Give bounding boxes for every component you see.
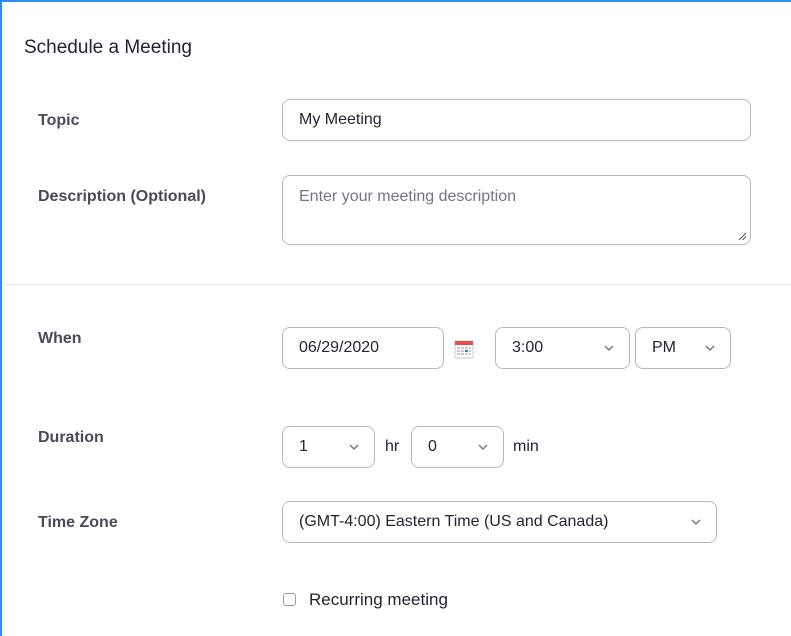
duration-hours-value: 1 — [299, 438, 308, 455]
timezone-value: (GMT-4:00) Eastern Time (US and Canada) — [299, 513, 609, 530]
date-value: 06/29/2020 — [299, 339, 380, 356]
description-placeholder: Enter your meeting description — [299, 188, 516, 205]
chevron-down-icon — [478, 444, 488, 450]
description-textarea[interactable]: Enter your meeting description — [282, 175, 751, 245]
date-input[interactable]: 06/29/2020 — [282, 327, 444, 369]
ampm-value: PM — [652, 339, 676, 356]
description-label: Description (Optional) — [38, 188, 206, 205]
recurring-label[interactable]: Recurring meeting — [309, 590, 448, 610]
resize-grip-icon[interactable] — [738, 232, 746, 240]
recurring-checkbox[interactable] — [283, 593, 296, 606]
page-title: Schedule a Meeting — [24, 37, 192, 58]
when-label: When — [38, 330, 82, 347]
duration-minutes-value: 0 — [428, 438, 437, 455]
chevron-down-icon — [349, 444, 359, 450]
chevron-down-icon — [604, 345, 614, 351]
calendar-icon[interactable] — [454, 339, 474, 359]
time-select[interactable]: 3:00 — [495, 327, 630, 369]
chevron-down-icon — [691, 519, 701, 525]
schedule-meeting-page: Schedule a Meeting Topic My Meeting Desc… — [0, 0, 791, 636]
topic-label: Topic — [38, 112, 80, 129]
timezone-label: Time Zone — [38, 514, 118, 531]
hours-unit-label: hr — [385, 438, 400, 455]
chevron-down-icon — [705, 345, 715, 351]
duration-hours-select[interactable]: 1 — [282, 426, 375, 468]
ampm-select[interactable]: PM — [635, 327, 731, 369]
duration-minutes-select[interactable]: 0 — [411, 426, 504, 468]
topic-input[interactable]: My Meeting — [282, 99, 751, 141]
minutes-unit-label: min — [513, 438, 539, 455]
topic-value: My Meeting — [299, 111, 382, 128]
duration-label: Duration — [38, 429, 104, 446]
time-value: 3:00 — [512, 339, 544, 356]
timezone-select[interactable]: (GMT-4:00) Eastern Time (US and Canada) — [282, 501, 717, 543]
section-divider — [4, 284, 791, 285]
